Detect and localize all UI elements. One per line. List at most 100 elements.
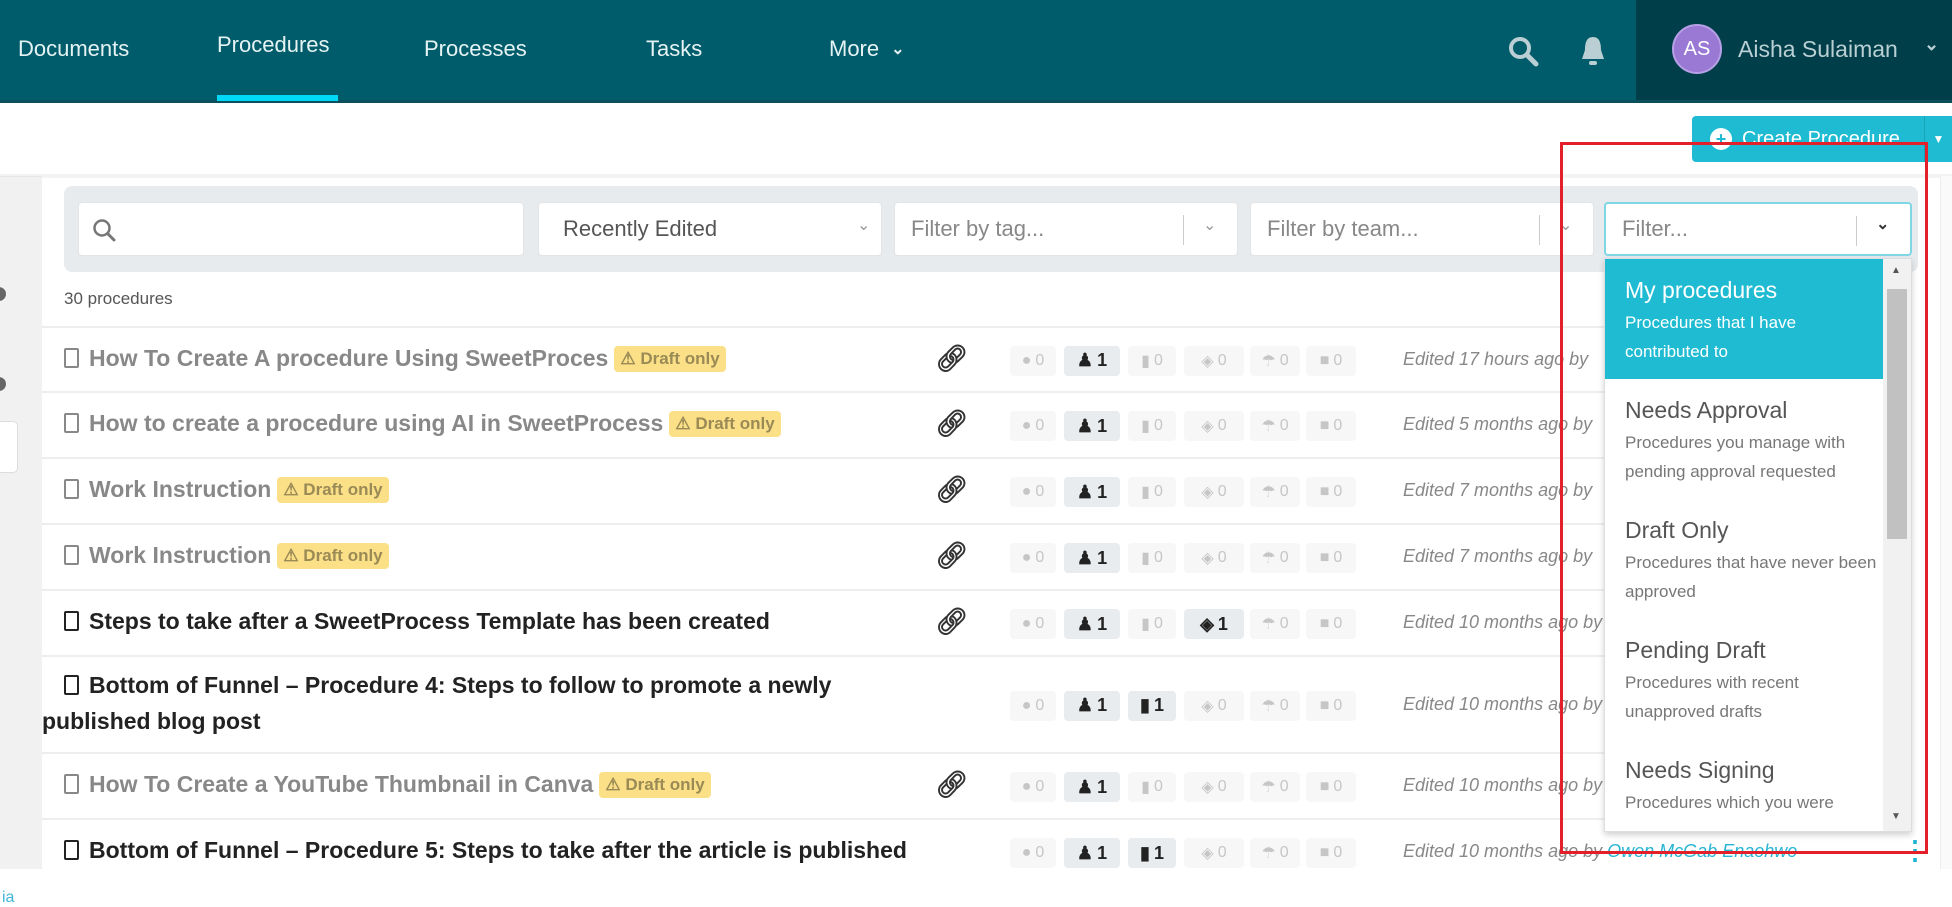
link-icon[interactable]: 🔗︎	[935, 408, 968, 439]
link-icon[interactable]: 🔗︎	[935, 540, 968, 571]
folder-count[interactable]: ■ 0	[1306, 411, 1356, 441]
filter-option[interactable]: Draft Only Procedures that have never be…	[1605, 499, 1883, 619]
link-icon[interactable]: 🔗︎	[935, 769, 968, 800]
filter-option[interactable]: My procedures Procedures that I have con…	[1605, 259, 1883, 379]
filter-option[interactable]: Needs Approval Procedures you manage wit…	[1605, 379, 1883, 499]
folder-count[interactable]: ■ 0	[1306, 345, 1356, 376]
step-count[interactable]: ◈ 0	[1184, 772, 1244, 802]
nav-tab-tasks[interactable]: Tasks	[646, 36, 702, 62]
nav-tab-documents[interactable]: Documents	[18, 36, 129, 62]
approval-count[interactable]: ☂ 0	[1250, 345, 1300, 376]
step-count[interactable]: ◈ 0	[1184, 690, 1244, 721]
approval-count[interactable]: ☂ 0	[1250, 772, 1300, 802]
sort-select[interactable]: Recently Edited ⌄	[538, 202, 882, 256]
filter-select[interactable]: Filter... ⌄	[1604, 202, 1912, 256]
sidebar-input[interactable]	[0, 421, 18, 473]
procedure-title-link[interactable]: Work Instruction ⚠ Draft only	[64, 476, 389, 503]
scroll-up-icon[interactable]: ▲	[1891, 265, 1901, 276]
filter-option[interactable]: Pending Draft Procedures with recent una…	[1605, 619, 1883, 739]
step-count[interactable]: ◈ 1	[1184, 609, 1244, 639]
tag-count[interactable]: ● 0	[1010, 609, 1056, 639]
create-options-caret[interactable]: ▼	[1924, 116, 1952, 162]
scrollbar-thumb[interactable]	[1887, 289, 1907, 539]
document-count[interactable]: ▮ 0	[1128, 411, 1176, 441]
member-count[interactable]: ♟ 1	[1064, 543, 1120, 573]
author-link[interactable]: Owen McGab Enaohwo	[1607, 841, 1797, 861]
step-count[interactable]: ◈ 0	[1184, 411, 1244, 441]
document-count[interactable]: ▮ 1	[1128, 838, 1176, 868]
document-count[interactable]: ▮ 1	[1128, 690, 1176, 721]
tag-count-value: 0	[1035, 844, 1045, 861]
member-count[interactable]: ♟ 1	[1064, 477, 1120, 507]
procedure-title-link[interactable]: Bottom of Funnel – Procedure 4: Steps to…	[42, 667, 831, 739]
bell-icon[interactable]	[1576, 34, 1610, 68]
member-count[interactable]: ♟ 1	[1064, 345, 1120, 376]
tag-count[interactable]: ● 0	[1010, 772, 1056, 802]
member-count[interactable]: ♟ 1	[1064, 838, 1120, 868]
procedure-title-link[interactable]: Work Instruction ⚠ Draft only	[64, 542, 389, 569]
procedure-title-link[interactable]: Steps to take after a SweetProcess Templ…	[64, 608, 770, 635]
document-count[interactable]: ▮ 0	[1128, 477, 1176, 507]
row-menu-icon[interactable]: ⋮	[1902, 835, 1928, 866]
filter-by-team-select[interactable]: Filter by team... ⌄	[1250, 202, 1594, 256]
tag-count[interactable]: ● 0	[1010, 411, 1056, 441]
files-icon: ▮	[1141, 484, 1150, 501]
approval-count[interactable]: ☂ 0	[1250, 411, 1300, 441]
member-count[interactable]: ♟ 1	[1064, 609, 1120, 639]
document-count[interactable]: ▮ 0	[1128, 543, 1176, 573]
tag-count[interactable]: ● 0	[1010, 690, 1056, 721]
tag-count[interactable]: ● 0	[1010, 345, 1056, 376]
procedure-title-link[interactable]: How to create a procedure using AI in Sw…	[64, 410, 781, 437]
search-input[interactable]	[78, 202, 524, 256]
member-count[interactable]: ♟ 1	[1064, 411, 1120, 441]
approval-count-value: 0	[1279, 615, 1289, 632]
tag-count[interactable]: ● 0	[1010, 477, 1056, 507]
tag-count[interactable]: ● 0	[1010, 838, 1056, 868]
document-count[interactable]: ▮ 0	[1128, 609, 1176, 639]
step-count[interactable]: ◈ 0	[1184, 838, 1244, 868]
link-icon[interactable]: 🔗︎	[935, 343, 968, 374]
procedure-title-link[interactable]: How To Create a YouTube Thumbnail in Can…	[64, 771, 711, 798]
folder-count[interactable]: ■ 0	[1306, 609, 1356, 639]
separator	[1183, 215, 1184, 245]
member-count-value: 1	[1097, 481, 1108, 502]
approval-count[interactable]: ☂ 0	[1250, 838, 1300, 868]
search-icon[interactable]	[1506, 34, 1540, 68]
nav-tab-procedures[interactable]: Procedures	[217, 32, 330, 58]
procedure-title-link[interactable]: How To Create A procedure Using SweetPro…	[64, 345, 726, 372]
tag-count[interactable]: ● 0	[1010, 543, 1056, 573]
folder-count[interactable]: ■ 0	[1306, 477, 1356, 507]
member-count[interactable]: ♟ 1	[1064, 690, 1120, 721]
nav-tab-processes[interactable]: Processes	[424, 36, 527, 62]
approval-count[interactable]: ☂ 0	[1250, 690, 1300, 721]
scroll-down-icon[interactable]: ▼	[1891, 811, 1901, 822]
filter-by-tag-select[interactable]: Filter by tag... ⌄	[894, 202, 1238, 256]
member-count[interactable]: ♟ 1	[1064, 772, 1120, 802]
step-count[interactable]: ◈ 0	[1184, 543, 1244, 573]
procedure-title-link[interactable]: Bottom of Funnel – Procedure 5: Steps to…	[64, 837, 907, 864]
step-count[interactable]: ◈ 0	[1184, 477, 1244, 507]
folder-count[interactable]: ■ 0	[1306, 772, 1356, 802]
sidebar-icon[interactable]	[0, 377, 6, 391]
page-scrollbar[interactable]	[1940, 176, 1952, 869]
folder-count[interactable]: ■ 0	[1306, 543, 1356, 573]
nav-tab-more[interactable]: More ⌄	[829, 36, 905, 62]
sidebar-icon[interactable]	[0, 287, 6, 301]
dropdown-scrollbar[interactable]: ▲ ▼	[1883, 259, 1911, 831]
sidebar-link[interactable]: ia	[2, 889, 14, 907]
create-procedure-button[interactable]: + Create Procedure	[1692, 116, 1924, 162]
folder-count[interactable]: ■ 0	[1306, 690, 1356, 721]
document-count[interactable]: ▮ 0	[1128, 772, 1176, 802]
approval-count[interactable]: ☂ 0	[1250, 477, 1300, 507]
user-menu[interactable]: AS Aisha Sulaiman ⌄	[1636, 0, 1952, 100]
files-icon: ▮	[1141, 550, 1150, 567]
link-icon[interactable]: 🔗︎	[935, 606, 968, 637]
filter-option[interactable]: Needs Signing Procedures which you were	[1605, 739, 1883, 831]
link-icon[interactable]: 🔗︎	[935, 474, 968, 505]
document-count[interactable]: ▮ 0	[1128, 345, 1176, 376]
folder-count[interactable]: ■ 0	[1306, 838, 1356, 868]
step-count[interactable]: ◈ 0	[1184, 345, 1244, 376]
approval-count[interactable]: ☂ 0	[1250, 543, 1300, 573]
document-icon	[64, 545, 79, 565]
approval-count[interactable]: ☂ 0	[1250, 609, 1300, 639]
